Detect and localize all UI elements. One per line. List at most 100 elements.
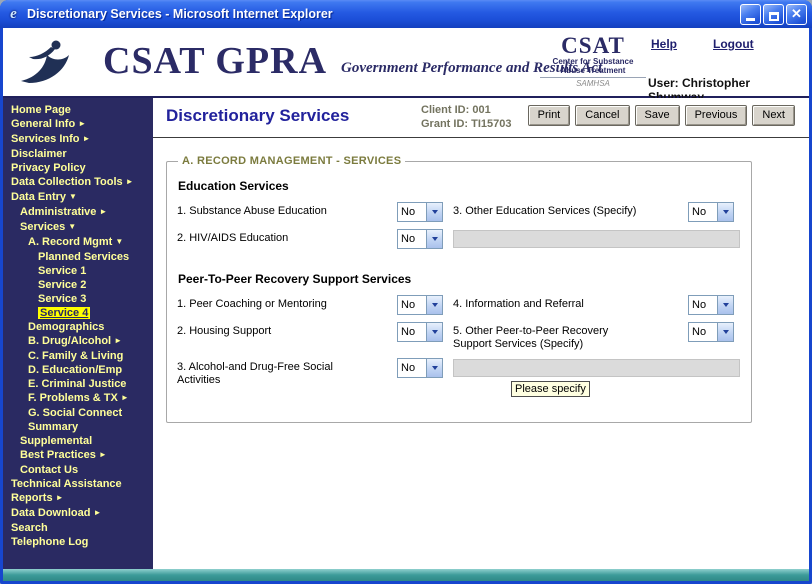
sidebar-item-disclaimer[interactable]: Disclaimer xyxy=(3,147,153,161)
social-activities-select[interactable]: No xyxy=(397,358,443,378)
sidebar-item-label: Service 2 xyxy=(38,279,86,291)
sidebar-item-label: Reports xyxy=(11,492,53,504)
sidebar-item-g-social-connect[interactable]: G. Social Connect xyxy=(3,406,153,420)
sidebar-item-label: Service 3 xyxy=(38,293,86,305)
sidebar-item-general-info[interactable]: General Info► xyxy=(3,117,153,132)
information-referral-label: 4. Information and Referral xyxy=(453,295,688,311)
other-peer-services-select[interactable]: No xyxy=(688,322,734,342)
sidebar-item-privacy-policy[interactable]: Privacy Policy xyxy=(3,161,153,175)
hiv-aids-education-select[interactable]: No xyxy=(397,229,443,249)
maximize-button[interactable] xyxy=(763,4,784,25)
form-area: A. RECORD MANAGEMENT - SERVICES Educatio… xyxy=(153,138,809,423)
brand-logo: CSAT GPRA Government Performance and Res… xyxy=(103,42,602,80)
education-row-2: 2. HIV/AIDS Education No xyxy=(177,229,741,249)
sidebar-item-search[interactable]: Search xyxy=(3,521,153,535)
chevron-right-icon: ► xyxy=(114,336,122,345)
information-referral-select[interactable]: No xyxy=(688,295,734,315)
header-links: Help Logout xyxy=(651,37,754,51)
sidebar-item-service-2[interactable]: Service 2 xyxy=(3,278,153,292)
window-title: Discretionary Services - Microsoft Inter… xyxy=(27,7,735,21)
sidebar-item-services-info[interactable]: Services Info► xyxy=(3,132,153,147)
other-peer-services-label: 5. Other Peer-to-Peer Recovery Support S… xyxy=(453,322,639,351)
chevron-right-icon: ► xyxy=(99,450,107,459)
client-id-label: Client ID: 001 xyxy=(421,103,511,117)
sidebar-item-label: A. Record Mgmt xyxy=(28,236,112,248)
sidebar-item-label: Data Collection Tools xyxy=(11,176,123,188)
sidebar-item-data-entry[interactable]: Data Entry▼ xyxy=(3,190,153,205)
sidebar-item-demographics[interactable]: Demographics xyxy=(3,320,153,334)
housing-support-select[interactable]: No xyxy=(397,322,443,342)
sidebar-item-label: D. Education/Emp xyxy=(28,364,122,376)
sidebar-item-label: Contact Us xyxy=(20,464,78,476)
browser-window: e Discretionary Services - Microsoft Int… xyxy=(0,0,812,584)
close-icon: ✕ xyxy=(787,5,806,23)
other-education-services-label: 3. Other Education Services (Specify) xyxy=(453,202,688,218)
sidebar-item-service-1[interactable]: Service 1 xyxy=(3,264,153,278)
sidebar-item-service-4[interactable]: Service 4 xyxy=(3,306,153,320)
sidebar-item-summary[interactable]: Summary xyxy=(3,420,153,434)
sidebar-item-contact-us[interactable]: Contact Us xyxy=(3,463,153,477)
peer-row-2: 2. Housing Support No 5. Other Peer-to-P… xyxy=(177,322,741,351)
peer-coaching-label: 1. Peer Coaching or Mentoring xyxy=(177,295,397,311)
education-row-1: 1. Substance Abuse Education No 3. Other… xyxy=(177,202,741,222)
sidebar-item-label: B. Drug/Alcohol xyxy=(28,335,111,347)
close-button[interactable]: ✕ xyxy=(786,4,807,25)
csat-seal-sub2: Abuse Treatment xyxy=(540,66,646,75)
sidebar-item-label: C. Family & Living xyxy=(28,350,123,362)
sidebar-item-planned-services[interactable]: Planned Services xyxy=(3,250,153,264)
peer-coaching-select[interactable]: No xyxy=(397,295,443,315)
other-peer-specify-input xyxy=(453,359,740,377)
select-value: No xyxy=(398,203,426,221)
internet-explorer-icon: e xyxy=(5,6,22,23)
sidebar-item-label: Home Page xyxy=(11,104,71,116)
sidebar-item-service-3[interactable]: Service 3 xyxy=(3,292,153,306)
dropdown-arrow-icon xyxy=(426,359,442,377)
sidebar-item-label: Telephone Log xyxy=(11,536,88,548)
sidebar-item-reports[interactable]: Reports► xyxy=(3,491,153,506)
sidebar-item-data-download[interactable]: Data Download► xyxy=(3,506,153,521)
sidebar-item-a-record-mgmt[interactable]: A. Record Mgmt▼ xyxy=(3,235,153,250)
dropdown-arrow-icon xyxy=(717,296,733,314)
housing-support-label: 2. Housing Support xyxy=(177,322,397,338)
sidebar-item-e-criminal-justice[interactable]: E. Criminal Justice xyxy=(3,377,153,391)
help-link[interactable]: Help xyxy=(651,37,677,51)
chevron-down-icon: ▼ xyxy=(115,237,123,246)
page-header: Discretionary Services Client ID: 001 Gr… xyxy=(153,98,809,138)
select-value: No xyxy=(398,323,426,341)
print-button[interactable]: Print xyxy=(528,105,571,126)
sidebar-item-services[interactable]: Services▼ xyxy=(3,220,153,235)
next-button[interactable]: Next xyxy=(752,105,795,126)
sidebar-item-best-practices[interactable]: Best Practices► xyxy=(3,448,153,463)
page-title: Discretionary Services xyxy=(166,106,349,126)
main-panel: Discretionary Services Client ID: 001 Gr… xyxy=(153,98,809,569)
content-area: Home PageGeneral Info►Services Info►Disc… xyxy=(3,98,809,569)
minimize-button[interactable] xyxy=(740,4,761,25)
other-education-services-select[interactable]: No xyxy=(688,202,734,222)
action-buttons: PrintCancel SavePreviousNext xyxy=(528,105,795,126)
peer-services-heading: Peer-To-Peer Recovery Support Services xyxy=(178,272,741,286)
sidebar-item-administrative[interactable]: Administrative► xyxy=(3,205,153,220)
sidebar-item-home-page[interactable]: Home Page xyxy=(3,103,153,117)
chevron-right-icon: ► xyxy=(126,177,134,186)
sidebar-item-label: Service 4 xyxy=(38,307,90,319)
select-value: No xyxy=(689,296,717,314)
csat-seal-sub1: Center for Substance xyxy=(540,57,646,66)
sidebar-item-label: Summary xyxy=(28,421,78,433)
window-titlebar[interactable]: e Discretionary Services - Microsoft Int… xyxy=(0,0,812,28)
sidebar-item-telephone-log[interactable]: Telephone Log xyxy=(3,535,153,549)
sidebar-item-d-education-emp[interactable]: D. Education/Emp xyxy=(3,363,153,377)
previous-button[interactable]: Previous xyxy=(685,105,748,126)
sidebar-item-f-problems-tx[interactable]: F. Problems & TX► xyxy=(3,391,153,406)
sidebar-item-supplemental[interactable]: Supplemental xyxy=(3,434,153,448)
sidebar-item-b-drug-alcohol[interactable]: B. Drug/Alcohol► xyxy=(3,334,153,349)
substance-abuse-education-select[interactable]: No xyxy=(397,202,443,222)
sidebar-item-c-family-living[interactable]: C. Family & Living xyxy=(3,349,153,363)
chevron-down-icon: ▼ xyxy=(69,192,77,201)
sidebar-item-technical-assistance[interactable]: Technical Assistance xyxy=(3,477,153,491)
sidebar-item-label: Supplemental xyxy=(20,435,92,447)
cancel-button[interactable]: Cancel xyxy=(575,105,629,126)
logout-link[interactable]: Logout xyxy=(713,37,754,51)
save-button[interactable]: Save xyxy=(635,105,680,126)
sidebar-item-label: Services xyxy=(20,221,65,233)
sidebar-item-data-collection-tools[interactable]: Data Collection Tools► xyxy=(3,175,153,190)
